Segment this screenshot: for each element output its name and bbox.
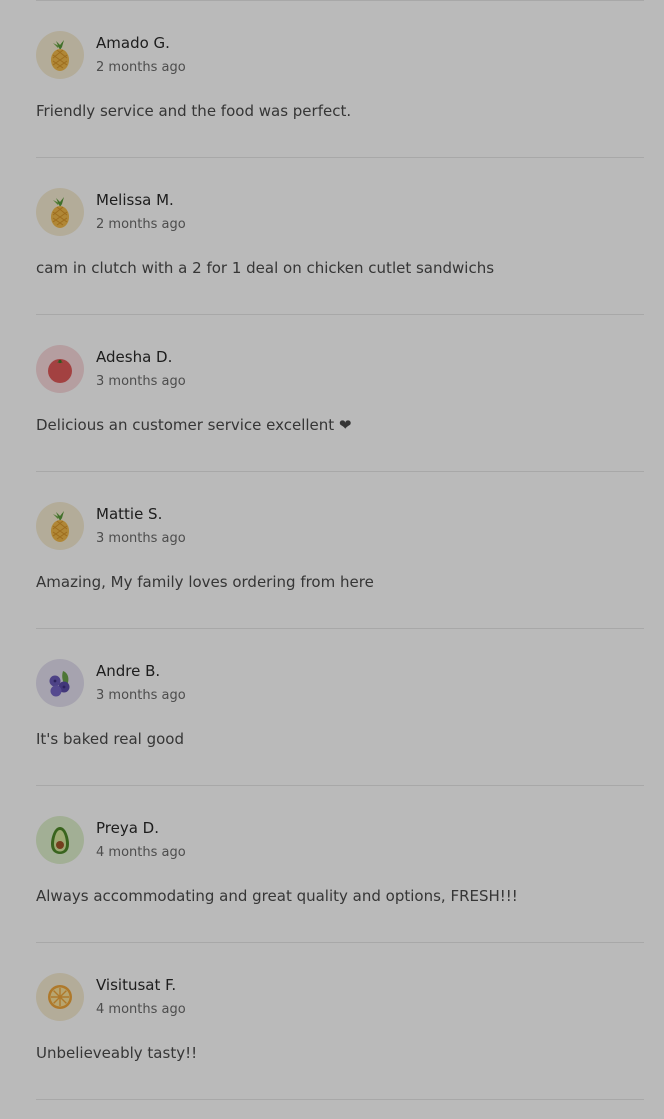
- blueberries-icon: [36, 659, 84, 707]
- avocado-icon: [36, 816, 84, 864]
- review-time: 3 months ago: [96, 688, 186, 703]
- review-time: 4 months ago: [96, 845, 186, 860]
- avatar: [36, 816, 84, 864]
- review-text: Always accommodating and great quality a…: [36, 887, 518, 905]
- avatar: [36, 659, 84, 707]
- review-text: Friendly service and the food was perfec…: [36, 102, 352, 120]
- review-item: Amado G. 2 months ago Friendly service a…: [36, 1, 644, 157]
- tomato-icon: [36, 345, 84, 393]
- divider: [36, 1099, 644, 1100]
- review-text: Amazing, My family loves ordering from h…: [36, 573, 374, 591]
- review-item: Adesha D. 3 months ago Delicious an cust…: [36, 315, 644, 471]
- avatar: [36, 345, 84, 393]
- pineapple-icon: [36, 31, 84, 79]
- reviewer-name: Visitusat F.: [96, 976, 177, 994]
- review-item: Melissa M. 2 months ago cam in clutch wi…: [36, 158, 644, 314]
- review-list: Amado G. 2 months ago Friendly service a…: [36, 0, 644, 1100]
- review-text: Delicious an customer service excellent …: [36, 416, 352, 434]
- reviewer-name: Andre B.: [96, 662, 161, 680]
- review-text: cam in clutch with a 2 for 1 deal on chi…: [36, 259, 495, 277]
- avatar: [36, 973, 84, 1021]
- review-time: 2 months ago: [96, 60, 186, 75]
- reviewer-name: Mattie S.: [96, 505, 163, 523]
- avatar: [36, 188, 84, 236]
- review-item: Mattie S. 3 months ago Amazing, My famil…: [36, 472, 644, 628]
- reviewer-name: Amado G.: [96, 34, 170, 52]
- reviewer-name: Melissa M.: [96, 191, 174, 209]
- review-item: Visitusat F. 4 months ago Unbelieveably …: [36, 943, 644, 1099]
- reviewer-name: Preya D.: [96, 819, 160, 837]
- review-time: 4 months ago: [96, 1002, 186, 1017]
- review-time: 2 months ago: [96, 217, 186, 232]
- citrus-slice-icon: [36, 973, 84, 1021]
- review-item: Preya D. 4 months ago Always accommodati…: [36, 786, 644, 942]
- pineapple-icon: [36, 502, 84, 550]
- reviewer-name: Adesha D.: [96, 348, 173, 366]
- avatar: [36, 31, 84, 79]
- avatar: [36, 502, 84, 550]
- reviews-page: Amado G. 2 months ago Friendly service a…: [0, 0, 664, 1119]
- review-text: It's baked real good: [36, 730, 184, 748]
- pineapple-icon: [36, 188, 84, 236]
- review-time: 3 months ago: [96, 374, 186, 389]
- review-item: Andre B. 3 months ago It's baked real go…: [36, 629, 644, 785]
- review-text: Unbelieveably tasty!!: [36, 1044, 198, 1062]
- review-time: 3 months ago: [96, 531, 186, 546]
